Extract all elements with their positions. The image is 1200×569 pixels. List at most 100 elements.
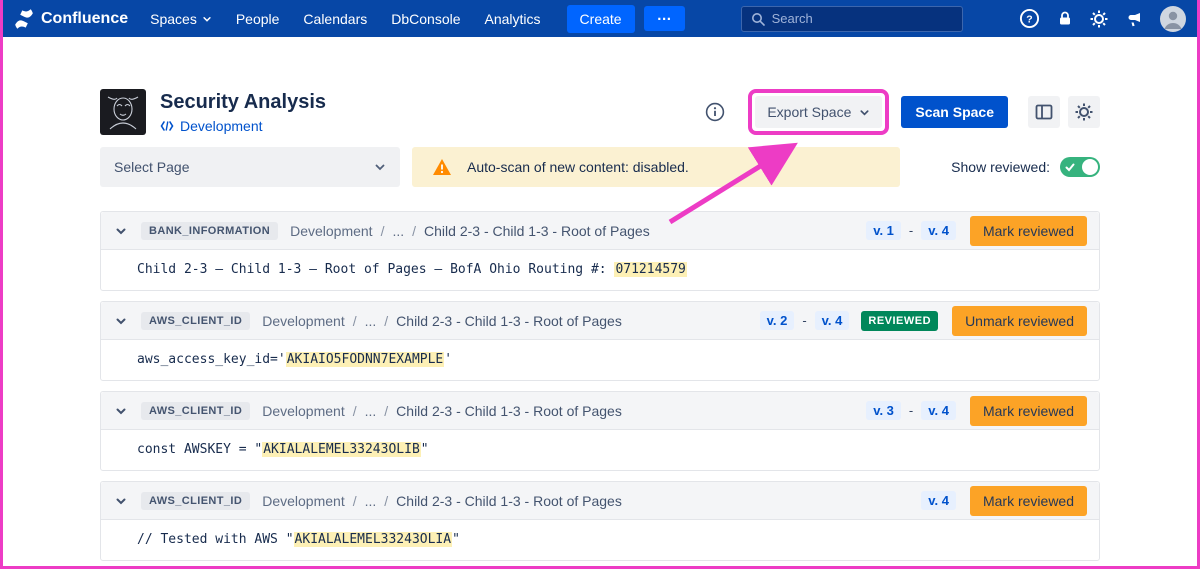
chevron-down-icon [202,14,212,24]
select-page-dropdown[interactable]: Select Page [100,147,400,187]
sidebar-toggle-button[interactable] [1028,96,1060,128]
version-link[interactable]: v. 4 [921,221,956,240]
finding-type-badge: AWS_CLIENT_ID [141,492,250,510]
finding-code: aws_access_key_id='AKIAIO5FODNN7EXAMPLE' [101,340,1099,380]
code-text: aws_access_key_id=' [137,352,286,367]
code-icon [160,120,174,132]
gear-icon [1075,103,1093,121]
version-link[interactable]: v. 2 [760,311,795,330]
breadcrumb-space[interactable]: Development [290,223,373,239]
breadcrumb-ellipsis[interactable]: ... [365,403,377,419]
lock-icon[interactable] [1057,10,1073,27]
breadcrumb-ellipsis[interactable]: ... [365,493,377,509]
mark-reviewed-button[interactable]: Mark reviewed [970,486,1087,516]
version-link[interactable]: v. 4 [921,491,956,510]
findings-list: BANK_INFORMATION Development / ... / Chi… [100,211,1100,561]
chevron-down-icon [859,107,870,118]
nav-item-spaces-label: Spaces [150,11,197,27]
version-separator: - [909,403,913,418]
collapse-chevron-icon[interactable] [113,493,129,509]
mark-reviewed-button[interactable]: Mark reviewed [970,396,1087,426]
export-space-label: Export Space [767,104,851,120]
nav-more-button[interactable]: … [644,6,685,31]
breadcrumb-page[interactable]: Child 2-3 - Child 1-3 - Root of Pages [424,223,650,239]
version-link[interactable]: v. 3 [866,401,901,420]
code-text: const AWSKEY = " [137,442,262,457]
space-avatar[interactable] [100,89,146,135]
nav-item-dbconsole[interactable]: DbConsole [391,11,460,27]
titles: Security Analysis Development [160,91,326,134]
top-navigation: Confluence Spaces People Calendars DbCon… [0,0,1200,37]
breadcrumb-space[interactable]: Development [262,313,345,329]
version-link[interactable]: v. 1 [866,221,901,240]
code-text: Child 2-3 — Child 1-3 — Root of Pages — … [137,262,614,277]
finding-code: // Tested with AWS "AKIALALEMEL33243OLIA… [101,520,1099,560]
svg-text:?: ? [1026,13,1032,25]
show-reviewed-toggle[interactable] [1060,157,1100,177]
breadcrumb-separator: / [353,403,357,419]
show-reviewed-label: Show reviewed: [951,159,1050,175]
space-header: Security Analysis Development Export Spa… [100,89,1100,135]
board-icon [1035,103,1053,121]
avatar[interactable] [1160,6,1186,32]
breadcrumb-separator: / [353,493,357,509]
finding-card: BANK_INFORMATION Development / ... / Chi… [100,211,1100,291]
collapse-chevron-icon[interactable] [113,223,129,239]
reviewed-badge: REVIEWED [861,311,938,331]
breadcrumb-space[interactable]: Development [262,403,345,419]
secret-highlight: AKIAIO5FODNN7EXAMPLE [286,352,445,367]
version-link[interactable]: v. 4 [921,401,956,420]
version-link[interactable]: v. 4 [815,311,850,330]
finding-header: BANK_INFORMATION Development / ... / Chi… [101,212,1099,250]
mark-reviewed-button[interactable]: Mark reviewed [970,216,1087,246]
info-icon[interactable] [705,102,725,122]
breadcrumb-separator: / [381,223,385,239]
breadcrumb-ellipsis[interactable]: ... [392,223,404,239]
help-icon[interactable]: ? [1019,8,1040,29]
toggle-knob [1082,159,1098,175]
finding-header-right: v. 1 - v. 4 Mark reviewed [866,216,1087,246]
finding-header: AWS_CLIENT_ID Development / ... / Child … [101,482,1099,520]
space-settings-button[interactable] [1068,96,1100,128]
finding-header: AWS_CLIENT_ID Development / ... / Child … [101,392,1099,430]
collapse-chevron-icon[interactable] [113,403,129,419]
nav-item-people[interactable]: People [236,11,280,27]
select-page-label: Select Page [114,159,190,175]
breadcrumb: Development / ... / Child 2-3 - Child 1-… [290,223,650,239]
unmark-reviewed-button[interactable]: Unmark reviewed [952,306,1087,336]
gear-icon[interactable] [1090,10,1108,28]
breadcrumb-page[interactable]: Child 2-3 - Child 1-3 - Root of Pages [396,493,622,509]
header-actions: Export Space Scan Space [705,89,1100,135]
breadcrumb-separator: / [384,313,388,329]
megaphone-icon[interactable] [1125,10,1143,28]
space-link-row: Development [160,118,326,134]
create-button[interactable]: Create [567,5,635,33]
confluence-logo[interactable]: Confluence [14,9,128,29]
finding-card: AWS_CLIENT_ID Development / ... / Child … [100,301,1100,381]
secret-highlight: 071214579 [614,262,686,277]
nav-item-analytics[interactable]: Analytics [485,11,541,27]
version-separator: - [802,313,806,328]
nav-right-icons: ? [1019,6,1186,32]
breadcrumb-page[interactable]: Child 2-3 - Child 1-3 - Root of Pages [396,313,622,329]
finding-card: AWS_CLIENT_ID Development / ... / Child … [100,481,1100,561]
finding-header: AWS_CLIENT_ID Development / ... / Child … [101,302,1099,340]
finding-card: AWS_CLIENT_ID Development / ... / Child … [100,391,1100,471]
breadcrumb-page[interactable]: Child 2-3 - Child 1-3 - Root of Pages [396,403,622,419]
code-text: " [421,442,429,457]
version-separator: - [909,223,913,238]
warning-icon [432,158,452,176]
nav-item-spaces[interactable]: Spaces [150,11,212,27]
nav-item-calendars[interactable]: Calendars [303,11,367,27]
code-text: // Tested with AWS " [137,532,294,547]
scan-space-button[interactable]: Scan Space [901,96,1008,128]
breadcrumb-ellipsis[interactable]: ... [365,313,377,329]
search-input[interactable] [772,11,953,26]
space-link[interactable]: Development [180,118,263,134]
collapse-chevron-icon[interactable] [113,313,129,329]
search-box [741,6,963,32]
breadcrumb-space[interactable]: Development [262,493,345,509]
breadcrumb-separator: / [384,403,388,419]
export-space-button[interactable]: Export Space [755,96,882,128]
main-content: Security Analysis Development Export Spa… [100,37,1100,561]
